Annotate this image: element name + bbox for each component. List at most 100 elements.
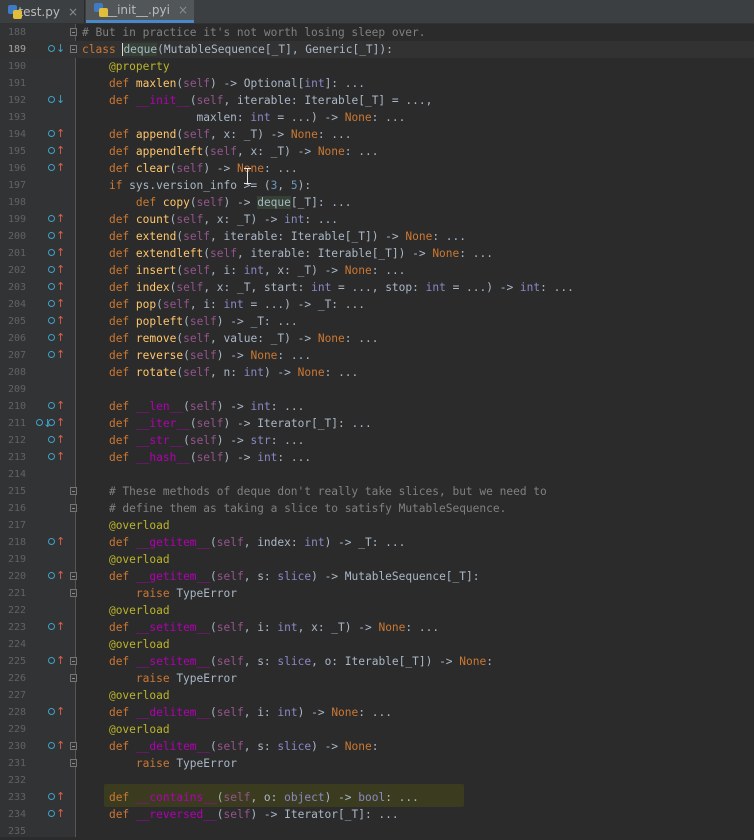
code-line[interactable]: 224 @overload [0, 636, 754, 653]
fold-marker-icon[interactable] [70, 45, 77, 53]
code-text[interactable]: @overload [82, 636, 170, 653]
code-line[interactable]: 189 ↓ class deque(MutableSequence[_T], Gen… [0, 41, 754, 58]
code-text[interactable]: raise TypeError [82, 755, 237, 772]
code-text[interactable]: def __init__(self, iterable: Iterable[_T… [82, 92, 432, 109]
code-text[interactable]: def index(self, x: _T, start: int = ...,… [82, 279, 574, 296]
code-line[interactable]: 198 def copy(self) -> deque[_T]: ... [0, 194, 754, 211]
overrides-method-icon[interactable]: ↑ [48, 162, 65, 175]
code-line[interactable]: 191 def maxlen(self) -> Optional[int]: .… [0, 75, 754, 92]
code-text[interactable]: if sys.version_info >= (3, 5): [82, 177, 311, 194]
fold-marker-icon[interactable] [70, 657, 77, 665]
code-text[interactable]: def appendleft(self, x: _T) -> None: ... [82, 143, 379, 160]
code-text[interactable]: def copy(self) -> deque[_T]: ... [82, 194, 352, 211]
code-text[interactable]: def __getitem__(self, index: int) -> _T:… [82, 534, 405, 551]
code-line[interactable]: 214 [0, 466, 754, 483]
fold-marker-icon[interactable] [70, 674, 77, 682]
code-line[interactable]: 193 maxlen: int = ...) -> None: ... [0, 109, 754, 126]
code-text[interactable]: def pop(self, i: int = ...) -> _T: ... [82, 296, 365, 313]
code-line[interactable]: 233 ↑ def __contains__(self, o: object) -… [0, 789, 754, 806]
overrides-method-icon[interactable]: ↑ [48, 349, 65, 362]
code-text[interactable]: def rotate(self, n: int) -> None: ... [82, 364, 358, 381]
code-text[interactable]: # These methods of deque don't really ta… [82, 483, 547, 500]
tab-test-py[interactable]: test.py × [0, 0, 84, 23]
code-text[interactable]: raise TypeError [82, 585, 237, 602]
code-line[interactable]: 230 ↑ def __delitem__(self, s: slice) -> … [0, 738, 754, 755]
fold-marker-icon[interactable] [70, 504, 77, 512]
overridden-and-overrides-icon[interactable]: ↓ ↑ [36, 417, 65, 430]
overrides-method-icon[interactable]: ↑ [48, 230, 65, 243]
code-line[interactable]: 217 @overload [0, 517, 754, 534]
fold-marker-icon[interactable] [70, 487, 77, 495]
code-line[interactable]: 196 ↑ def clear(self) -> None: ... [0, 160, 754, 177]
code-text[interactable]: def __getitem__(self, s: slice) -> Mutab… [82, 568, 480, 585]
code-text[interactable]: raise TypeError [82, 670, 237, 687]
code-line[interactable]: 221 raise TypeError [0, 585, 754, 602]
code-text[interactable]: class deque(MutableSequence[_T], Generic… [82, 41, 393, 58]
code-text[interactable]: @overload [82, 721, 170, 738]
overrides-method-icon[interactable]: ↑ [48, 536, 65, 549]
code-line[interactable]: 222 @overload [0, 602, 754, 619]
overrides-method-icon[interactable]: ↑ [48, 264, 65, 277]
code-text[interactable]: def __contains__(self, o: object) -> boo… [82, 789, 419, 806]
code-line[interactable]: 213 ↑ def __hash__(self) -> int: ... [0, 449, 754, 466]
code-text[interactable]: def clear(self) -> None: ... [82, 160, 298, 177]
overrides-method-icon[interactable]: ↑ [48, 145, 65, 158]
code-line[interactable]: 204 ↑ def pop(self, i: int = ...) -> _T: … [0, 296, 754, 313]
overrides-method-icon[interactable]: ↑ [48, 791, 65, 804]
code-line[interactable]: 215 # These methods of deque don't reall… [0, 483, 754, 500]
overrides-method-icon[interactable]: ↑ [48, 570, 65, 583]
overrides-method-icon[interactable]: ↑ [48, 740, 65, 753]
code-text[interactable]: def __len__(self) -> int: ... [82, 398, 304, 415]
code-line[interactable]: 202 ↑ def insert(self, i: int, x: _T) -> … [0, 262, 754, 279]
overrides-method-icon[interactable]: ↑ [48, 298, 65, 311]
overrides-method-icon[interactable]: ↑ [48, 655, 65, 668]
code-line[interactable]: 188 # But in practice it's not worth losi… [0, 24, 754, 41]
code-text[interactable]: # define them as taking a slice to satis… [82, 500, 506, 517]
code-line[interactable]: 199 ↑ def count(self, x: _T) -> int: ... [0, 211, 754, 228]
code-line[interactable]: 197 if sys.version_info >= (3, 5): [0, 177, 754, 194]
fold-marker-icon[interactable] [70, 572, 77, 580]
fold-marker-icon[interactable] [70, 589, 77, 597]
code-line[interactable]: 209 [0, 381, 754, 398]
code-line[interactable]: 201 ↑ def extendleft(self, iterable: Iter… [0, 245, 754, 262]
code-line[interactable]: 205 ↑ def popleft(self) -> _T: ... [0, 313, 754, 330]
overrides-method-icon[interactable]: ↑ [48, 400, 65, 413]
code-line[interactable]: 232 [0, 772, 754, 789]
close-icon[interactable]: × [178, 3, 188, 17]
code-line[interactable]: 225 ↑ def __setitem__(self, s: slice, o: … [0, 653, 754, 670]
close-icon[interactable]: × [68, 5, 78, 19]
code-line[interactable]: 231 raise TypeError [0, 755, 754, 772]
code-text[interactable]: def reverse(self) -> None: ... [82, 347, 311, 364]
code-text[interactable]: def __delitem__(self, i: int) -> None: .… [82, 704, 392, 721]
overrides-method-icon[interactable]: ↑ [48, 128, 65, 141]
code-line[interactable]: 206 ↑ def remove(self, value: _T) -> None… [0, 330, 754, 347]
code-text[interactable]: @overload [82, 517, 170, 534]
code-line[interactable]: 208 def rotate(self, n: int) -> None: ..… [0, 364, 754, 381]
code-text[interactable]: @property [82, 58, 170, 75]
tab-init-pyi[interactable]: __init__.pyi × [86, 0, 194, 23]
overrides-method-icon[interactable]: ↑ [48, 315, 65, 328]
code-line[interactable]: 200 ↑ def extend(self, iterable: Iterable… [0, 228, 754, 245]
code-line[interactable]: 210 ↑ def __len__(self) -> int: ... [0, 398, 754, 415]
code-line[interactable]: 212 ↑ def __str__(self) -> str: ... [0, 432, 754, 449]
code-line[interactable]: 229 @overload [0, 721, 754, 738]
code-text[interactable]: @overload [82, 602, 170, 619]
code-text[interactable]: def count(self, x: _T) -> int: ... [82, 211, 338, 228]
code-line[interactable]: 190 @property [0, 58, 754, 75]
code-text[interactable]: @overload [82, 687, 170, 704]
fold-marker-icon[interactable] [70, 28, 77, 36]
code-line[interactable]: 226 raise TypeError [0, 670, 754, 687]
overrides-method-icon[interactable]: ↑ [48, 808, 65, 821]
code-line[interactable]: 228 ↑ def __delitem__(self, i: int) -> No… [0, 704, 754, 721]
code-line[interactable]: 216 # define them as taking a slice to s… [0, 500, 754, 517]
code-text[interactable]: def __reversed__(self) -> Iterator[_T]: … [82, 806, 399, 823]
code-line[interactable]: 192 ↓ def __init__(self, iterable: Iterab… [0, 92, 754, 109]
code-line[interactable]: 220 ↑ def __getitem__(self, s: slice) -> … [0, 568, 754, 585]
code-text[interactable]: def insert(self, i: int, x: _T) -> None:… [82, 262, 405, 279]
code-text[interactable]: def extend(self, iterable: Iterable[_T])… [82, 228, 466, 245]
code-text[interactable]: def remove(self, value: _T) -> None: ... [82, 330, 379, 347]
overrides-method-icon[interactable]: ↑ [48, 247, 65, 260]
code-text[interactable]: maxlen: int = ...) -> None: ... [82, 109, 406, 126]
code-text[interactable]: def __setitem__(self, s: slice, o: Itera… [82, 653, 493, 670]
overrides-method-icon[interactable]: ↑ [48, 281, 65, 294]
